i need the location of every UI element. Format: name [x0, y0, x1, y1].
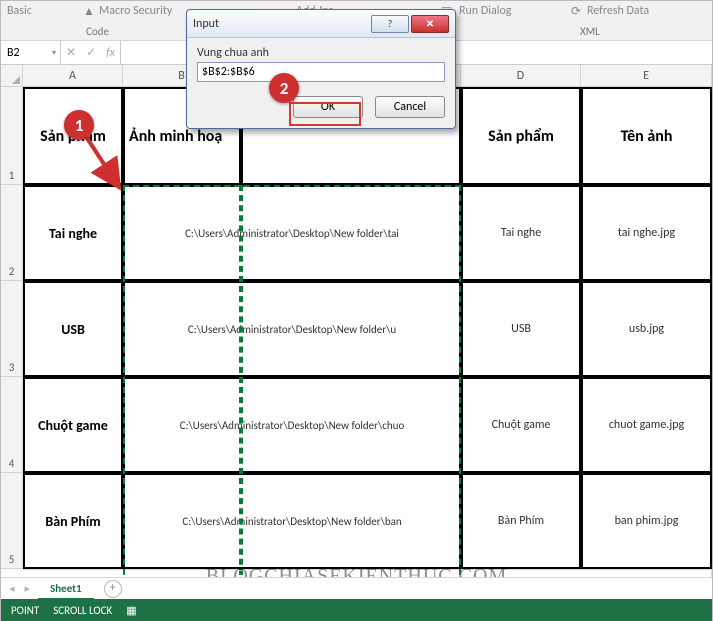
- dialog-close-button[interactable]: ✕: [411, 15, 449, 33]
- cell-bc5[interactable]: C:\Users\Administrator\Desktop\New folde…: [123, 473, 461, 569]
- col-header-d[interactable]: D: [461, 65, 581, 87]
- row-header-4[interactable]: 4: [1, 377, 23, 473]
- cell-e1[interactable]: Tên ảnh: [581, 87, 712, 185]
- row-header-3[interactable]: 3: [1, 281, 23, 377]
- callout-1-arrow: [79, 129, 129, 199]
- name-box[interactable]: B2: [1, 41, 61, 64]
- refresh-icon: ⟳: [571, 4, 581, 19]
- cell-d4[interactable]: Chuột game: [461, 377, 581, 473]
- range-marquee-right: [459, 185, 461, 577]
- cell-a2[interactable]: Tai nghe: [23, 185, 123, 281]
- fx-icon[interactable]: fx: [106, 46, 115, 60]
- callout-2: 2: [269, 73, 299, 103]
- status-mode: POINT: [11, 604, 39, 617]
- cell-empty-row[interactable]: [23, 569, 712, 577]
- cell-d1[interactable]: Sản phẩm: [461, 87, 581, 185]
- shield-icon: ▲: [83, 4, 95, 19]
- xml-group-label: XML: [580, 25, 600, 38]
- row-header-1[interactable]: 1: [1, 87, 23, 185]
- cell-a5[interactable]: Bàn Phím: [23, 473, 123, 569]
- cell-d5[interactable]: Bàn Phím: [461, 473, 581, 569]
- sheet-tab-active[interactable]: Sheet1: [38, 578, 94, 600]
- range-marquee-top: [123, 185, 461, 187]
- cell-bc4[interactable]: C:\Users\Administrator\Desktop\New folde…: [123, 377, 461, 473]
- cell-bc2[interactable]: C:\Users\Administrator\Desktop\New folde…: [123, 185, 461, 281]
- cell-e5[interactable]: ban phim.jpg: [581, 473, 712, 569]
- macro-record-icon[interactable]: ▦: [126, 604, 136, 617]
- select-all-triangle[interactable]: [1, 65, 23, 87]
- cell-e4[interactable]: chuot game.jpg: [581, 377, 712, 473]
- dialog-titlebar[interactable]: Input ? ✕: [187, 10, 455, 38]
- refresh-data-label[interactable]: Refresh Data: [587, 4, 649, 18]
- sheet-nav-next-icon[interactable]: ▸: [25, 582, 31, 595]
- dialog-title: Input: [193, 17, 369, 31]
- row-header-2[interactable]: 2: [1, 185, 23, 281]
- dialog-prompt: Vung chua anh: [197, 46, 445, 60]
- dialog-range-input[interactable]: [197, 62, 445, 82]
- dialog-cancel-button[interactable]: Cancel: [375, 96, 445, 118]
- formula-icons: ✕ ✓ fx: [61, 41, 121, 64]
- cancel-edit-icon[interactable]: ✕: [66, 45, 76, 60]
- range-marquee-divider: [241, 185, 243, 577]
- add-sheet-button[interactable]: +: [104, 580, 122, 598]
- dialog-help-button[interactable]: ?: [371, 15, 409, 33]
- run-dialog-label[interactable]: Run Dialog: [459, 4, 511, 18]
- cell-d3[interactable]: USB: [461, 281, 581, 377]
- macro-security-label[interactable]: Macro Security: [99, 4, 172, 18]
- cell-bc3[interactable]: C:\Users\Administrator\Desktop\New folde…: [123, 281, 461, 377]
- sheet-nav-prev-icon[interactable]: ◂: [9, 582, 15, 595]
- confirm-edit-icon[interactable]: ✓: [86, 45, 96, 60]
- cell-a3[interactable]: USB: [23, 281, 123, 377]
- code-group-label: Code: [86, 25, 109, 38]
- status-scroll-lock: SCROLL LOCK: [53, 604, 112, 617]
- col-header-e[interactable]: E: [581, 65, 712, 87]
- cell-d2[interactable]: Tai nghe: [461, 185, 581, 281]
- col-header-a[interactable]: A: [23, 65, 123, 87]
- basic-label: Basic: [7, 4, 32, 18]
- cell-e3[interactable]: usb.jpg: [581, 281, 712, 377]
- callout-1: 1: [64, 110, 94, 140]
- cell-e2[interactable]: tai nghe.jpg: [581, 185, 712, 281]
- name-box-value: B2: [7, 46, 20, 60]
- sheet-tab-bar: ◂ ▸ Sheet1 +: [1, 577, 712, 599]
- cell-a4[interactable]: Chuột game: [23, 377, 123, 473]
- row-header-5[interactable]: 5: [1, 473, 23, 569]
- dialog-ok-button[interactable]: OK: [293, 96, 363, 118]
- input-dialog: Input ? ✕ Vung chua anh OK Cancel: [186, 9, 456, 129]
- status-bar: POINT SCROLL LOCK ▦: [1, 599, 712, 621]
